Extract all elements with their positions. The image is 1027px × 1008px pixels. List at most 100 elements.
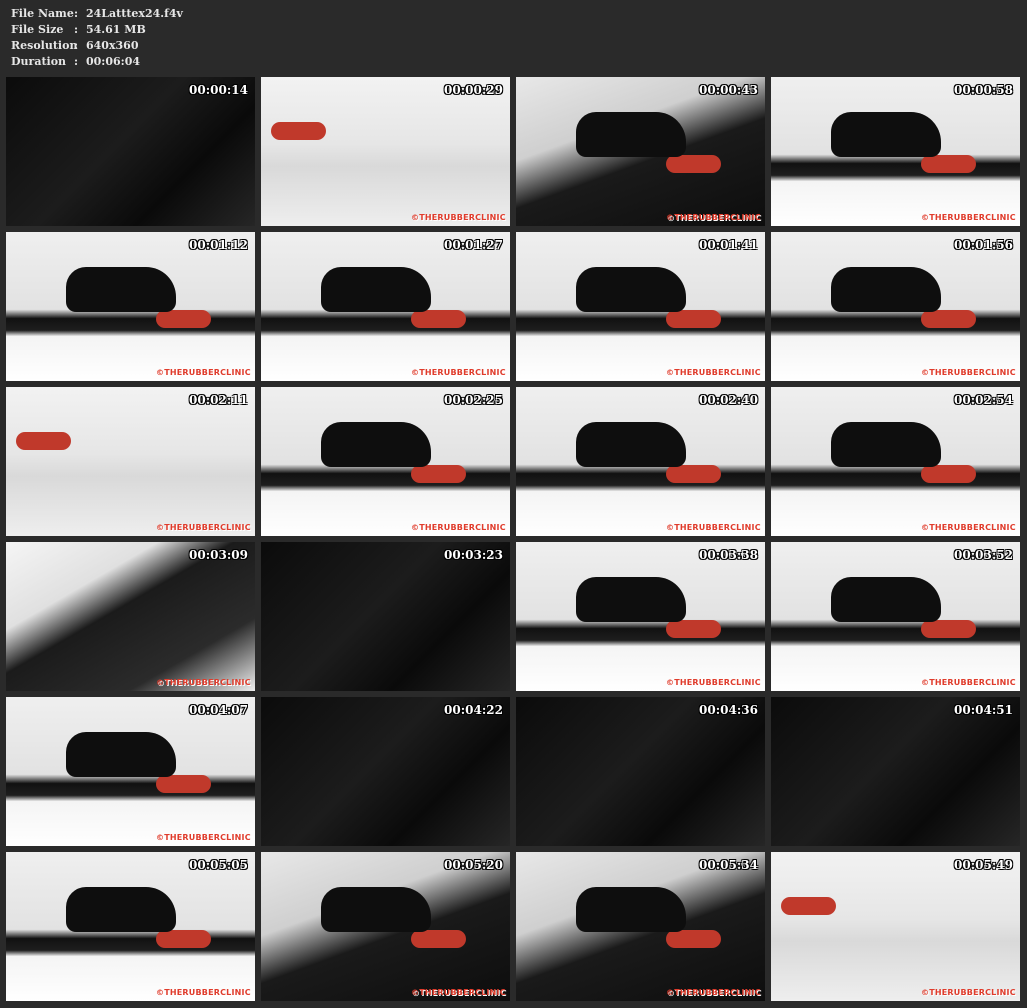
watermark-logo: ©THERUBBERCLINIC (666, 368, 761, 377)
duration-value: 00:06:04 (86, 55, 141, 68)
red-pillow-shape (666, 465, 721, 483)
video-thumbnail[interactable]: 00:00:29 ©THERUBBERCLINIC (261, 77, 510, 226)
thumbnail-timestamp: 00:01:56 (954, 238, 1013, 252)
figure-shape (576, 422, 686, 467)
file-size-value: 54.61 MB (86, 23, 146, 36)
watermark-logo: ©THERUBBERCLINIC (666, 523, 761, 532)
thumbnail-timestamp: 00:03:38 (699, 548, 758, 562)
video-thumbnail[interactable]: 00:04:22 (261, 697, 510, 846)
thumbnail-timestamp: 00:00:14 (189, 83, 248, 97)
video-thumbnail[interactable]: 00:00:43 ©THERUBBERCLINIC (516, 77, 765, 226)
file-name-row: File Name : 24Latttex24.f4v (11, 6, 183, 22)
red-pillow-shape (156, 310, 211, 328)
resolution-label: Resolution (11, 39, 78, 52)
video-thumbnail[interactable]: 00:04:51 (771, 697, 1020, 846)
video-thumbnail[interactable]: 00:02:54 ©THERUBBERCLINIC (771, 387, 1020, 536)
red-pillow-shape (921, 155, 976, 173)
red-pillow-shape (411, 310, 466, 328)
colon: : (74, 39, 79, 52)
thumbnail-timestamp: 00:03:23 (444, 548, 503, 562)
file-size-label: File Size (11, 23, 64, 36)
figure-shape (321, 267, 431, 312)
watermark-logo: ©THERUBBERCLINIC (666, 678, 761, 687)
thumbnail-timestamp: 00:02:11 (189, 393, 248, 407)
video-thumbnail[interactable]: 00:00:58 ©THERUBBERCLINIC (771, 77, 1020, 226)
video-thumbnail[interactable]: 00:03:09 ©THERUBBERCLINIC (6, 542, 255, 691)
video-thumbnail[interactable]: 00:05:49 ©THERUBBERCLINIC (771, 852, 1020, 1001)
video-thumbnail[interactable]: 00:03:38 ©THERUBBERCLINIC (516, 542, 765, 691)
video-thumbnail[interactable]: 00:01:12 ©THERUBBERCLINIC (6, 232, 255, 381)
watermark-logo: ©THERUBBERCLINIC (666, 988, 761, 997)
thumbnail-timestamp: 00:01:41 (699, 238, 758, 252)
thumbnail-timestamp: 00:00:43 (699, 83, 758, 97)
video-thumbnail[interactable]: 00:02:40 ©THERUBBERCLINIC (516, 387, 765, 536)
thumbnail-timestamp: 00:04:22 (444, 703, 503, 717)
video-thumbnail[interactable]: 00:02:25 ©THERUBBERCLINIC (261, 387, 510, 536)
colon: : (74, 23, 79, 36)
video-thumbnail[interactable]: 00:03:23 (261, 542, 510, 691)
video-thumbnail[interactable]: 00:04:36 (516, 697, 765, 846)
watermark-logo: ©THERUBBERCLINIC (921, 988, 1016, 997)
thumbnail-image (771, 697, 1020, 846)
figure-shape (576, 112, 686, 157)
file-name-value: 24Latttex24.f4v (86, 7, 183, 20)
video-thumbnail[interactable]: 00:01:41 ©THERUBBERCLINIC (516, 232, 765, 381)
thumbnail-image (261, 542, 510, 691)
thumbnail-timestamp: 00:01:12 (189, 238, 248, 252)
figure-shape (576, 887, 686, 932)
red-pillow-shape (921, 310, 976, 328)
watermark-logo: ©THERUBBERCLINIC (156, 368, 251, 377)
video-thumbnail[interactable]: 00:05:34 ©THERUBBERCLINIC (516, 852, 765, 1001)
thumbnail-timestamp: 00:04:07 (189, 703, 248, 717)
colon: : (74, 55, 79, 68)
thumbnail-timestamp: 00:05:20 (444, 858, 503, 872)
figure-shape (66, 887, 176, 932)
red-pillow-shape (271, 122, 326, 140)
watermark-logo: ©THERUBBERCLINIC (666, 213, 761, 222)
thumbnail-timestamp: 00:00:29 (444, 83, 503, 97)
video-thumbnail[interactable]: 00:01:56 ©THERUBBERCLINIC (771, 232, 1020, 381)
thumbnail-timestamp: 00:04:51 (954, 703, 1013, 717)
video-thumbnail[interactable]: 00:04:07 ©THERUBBERCLINIC (6, 697, 255, 846)
red-pillow-shape (666, 155, 721, 173)
video-thumbnail[interactable]: 00:05:05 ©THERUBBERCLINIC (6, 852, 255, 1001)
resolution-value: 640x360 (86, 39, 139, 52)
red-pillow-shape (666, 310, 721, 328)
video-thumbnail[interactable]: 00:01:27 ©THERUBBERCLINIC (261, 232, 510, 381)
colon: : (74, 7, 79, 20)
thumbnail-timestamp: 00:02:40 (699, 393, 758, 407)
red-pillow-shape (921, 620, 976, 638)
file-size-row: File Size : 54.61 MB (11, 22, 183, 38)
figure-shape (831, 267, 941, 312)
figure-shape (66, 732, 176, 777)
video-thumbnail[interactable]: 00:00:14 (6, 77, 255, 226)
duration-row: Duration : 00:06:04 (11, 54, 183, 70)
figure-shape (831, 577, 941, 622)
video-thumbnail[interactable]: 00:05:20 ©THERUBBERCLINIC (261, 852, 510, 1001)
red-pillow-shape (156, 930, 211, 948)
red-pillow-shape (411, 465, 466, 483)
video-thumbnail[interactable]: 00:02:11 ©THERUBBERCLINIC (6, 387, 255, 536)
figure-shape (576, 267, 686, 312)
thumbnail-timestamp: 00:05:34 (699, 858, 758, 872)
watermark-logo: ©THERUBBERCLINIC (411, 368, 506, 377)
thumbnail-image (516, 697, 765, 846)
watermark-logo: ©THERUBBERCLINIC (921, 523, 1016, 532)
thumbnail-timestamp: 00:01:27 (444, 238, 503, 252)
file-info: File Name : 24Latttex24.f4v File Size : … (11, 6, 183, 70)
watermark-logo: ©THERUBBERCLINIC (411, 523, 506, 532)
thumbnail-image (6, 387, 255, 536)
watermark-logo: ©THERUBBERCLINIC (411, 988, 506, 997)
thumbnail-timestamp: 00:02:25 (444, 393, 503, 407)
thumbnail-timestamp: 00:00:58 (954, 83, 1013, 97)
file-name-label: File Name (11, 7, 74, 20)
thumbnail-image (261, 77, 510, 226)
figure-shape (576, 577, 686, 622)
red-pillow-shape (921, 465, 976, 483)
thumbnail-timestamp: 00:02:54 (954, 393, 1013, 407)
watermark-logo: ©THERUBBERCLINIC (411, 213, 506, 222)
red-pillow-shape (156, 775, 211, 793)
thumbnail-timestamp: 00:04:36 (699, 703, 758, 717)
figure-shape (321, 422, 431, 467)
video-thumbnail[interactable]: 00:03:52 ©THERUBBERCLINIC (771, 542, 1020, 691)
